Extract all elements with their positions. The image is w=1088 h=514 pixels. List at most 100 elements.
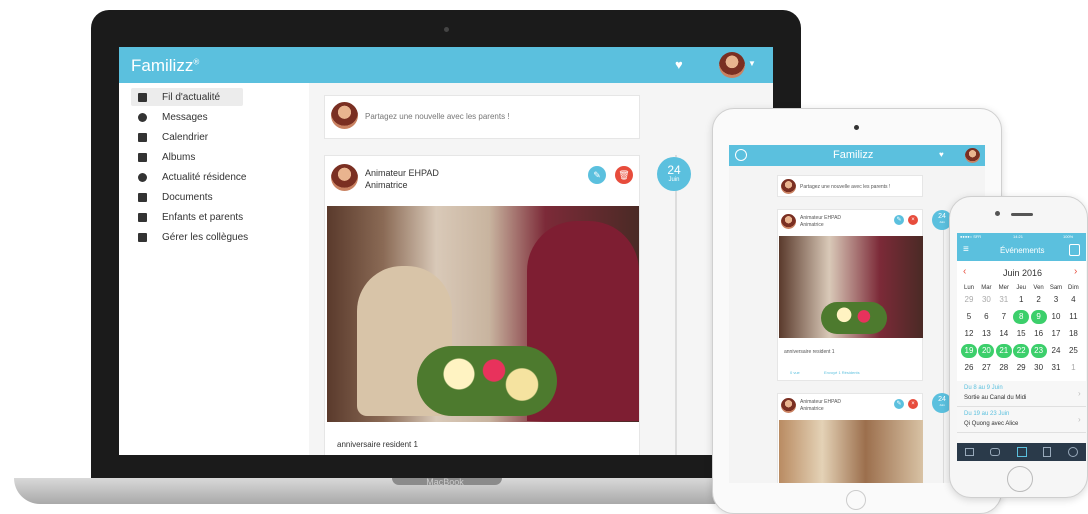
sidebar-item-albums[interactable]: Albums	[134, 149, 244, 167]
calendar-day[interactable]: 4	[1065, 293, 1081, 307]
tablet-post-photo[interactable]	[779, 236, 923, 338]
tablet-top-bar: Familizz ♥	[729, 145, 985, 166]
tablet-menu-icon[interactable]	[735, 149, 747, 161]
top-bar: Familizz® ♥ ▼	[119, 47, 773, 83]
phone-speaker	[1011, 213, 1033, 216]
post-card: Animateur EHPAD Animatrice ✎ 🗑 anniversa…	[324, 155, 640, 455]
tablet-avatar[interactable]	[965, 148, 980, 163]
sidebar-item-calendar[interactable]: Calendrier	[134, 129, 244, 147]
calendar-day[interactable]: 28	[996, 361, 1012, 375]
calendar-day[interactable]: 10	[1048, 310, 1064, 324]
phone-home-button[interactable]	[1007, 466, 1033, 492]
tablet-share-box[interactable]: Partagez une nouvelle avec les parents !	[777, 175, 923, 197]
tablet-delete-button-2[interactable]: ×	[908, 399, 918, 409]
user-avatar[interactable]	[719, 52, 745, 78]
tablet-brand[interactable]: Familizz	[833, 149, 873, 161]
chevron-down-icon[interactable]: ▼	[748, 59, 756, 68]
heart-icon[interactable]: ♥	[675, 57, 683, 72]
calendar-day[interactable]: 31	[1048, 361, 1064, 375]
calendar-day[interactable]: 20	[978, 344, 995, 358]
calendar-day[interactable]: 2	[1031, 293, 1047, 307]
tablet-heart-icon[interactable]: ♥	[939, 150, 944, 159]
post-author: Animateur EHPAD	[365, 168, 439, 178]
tablet-camera	[854, 125, 859, 130]
sidebar-item-messages[interactable]: Messages	[134, 109, 244, 127]
event-range-2: Du 19 au 23 Juin	[964, 411, 1010, 417]
next-month-button[interactable]: ›	[1074, 266, 1077, 277]
timeline-line	[675, 155, 677, 455]
calendar-day[interactable]: 1	[1013, 293, 1029, 307]
tablet-delete-button[interactable]: ×	[908, 215, 918, 225]
tab-users-icon[interactable]	[1068, 447, 1078, 457]
calendar-day[interactable]: 30	[1031, 361, 1047, 375]
calendar-day[interactable]: 21	[995, 344, 1012, 358]
tablet-post2-avatar	[781, 398, 796, 413]
calendar-day[interactable]: 17	[1048, 327, 1064, 341]
calendar-day[interactable]: 3	[1048, 293, 1064, 307]
photo-flowers	[417, 346, 557, 416]
sidebar-item-colleagues[interactable]: Gérer les collègues	[134, 229, 248, 247]
event-item-2[interactable]: Du 19 au 23 Juin Qi Quong avec Alice ›	[957, 409, 1086, 433]
calendar-day[interactable]: 25	[1065, 344, 1081, 358]
tab-messages-icon[interactable]	[990, 448, 1000, 456]
calendar-day[interactable]: 14	[996, 327, 1012, 341]
tablet-home-button[interactable]	[846, 490, 866, 510]
calendar-day[interactable]: 6	[978, 310, 994, 324]
tablet-share-placeholder[interactable]: Partagez une nouvelle avec les parents !	[800, 184, 890, 190]
newspaper-icon	[138, 93, 147, 102]
event-item-1[interactable]: Du 8 au 9 Juin Sortie au Canal du Midi ›	[957, 383, 1086, 407]
calendar-day[interactable]: 29	[961, 293, 977, 307]
calendar-day[interactable]: 1	[1065, 361, 1081, 375]
delete-button[interactable]: 🗑	[615, 166, 633, 184]
calendar-day[interactable]: 16	[1031, 327, 1047, 341]
brand-logo[interactable]: Familizz®	[131, 56, 199, 76]
phone-header-title: Événements	[1000, 246, 1045, 255]
phone-status-bar: ●●●●○ SFR 14:21 100%	[957, 233, 1086, 241]
hamburger-menu-icon[interactable]: ≡	[963, 244, 969, 255]
tablet-edit-button[interactable]: ✎	[894, 215, 904, 225]
calendar-day[interactable]: 22	[1013, 344, 1030, 358]
sidebar-item-residence-news[interactable]: Actualité résidence	[134, 169, 247, 187]
post-author-avatar	[331, 164, 358, 191]
calendar-day[interactable]: 15	[1013, 327, 1029, 341]
add-event-icon[interactable]	[1069, 244, 1080, 256]
sidebar-item-newsfeed[interactable]: Fil d'actualité	[134, 89, 244, 107]
event-title-1: Sortie au Canal du Midi	[964, 395, 1027, 401]
calendar-day[interactable]: 7	[996, 310, 1012, 324]
calendar-day[interactable]: 29	[1013, 361, 1029, 375]
tab-feed-icon[interactable]	[965, 448, 974, 456]
post-photo[interactable]	[327, 206, 639, 422]
post-role: Animatrice	[365, 180, 408, 190]
calendar-day[interactable]: 9	[1030, 310, 1047, 324]
tab-calendar-icon[interactable]	[1017, 447, 1027, 457]
share-box[interactable]: Partagez une nouvelle avec les parents !	[324, 95, 640, 139]
tablet-post-role: Animatrice	[800, 222, 824, 228]
phone-screen: ●●●●○ SFR 14:21 100% ≡ Événements ‹ Juin…	[957, 233, 1086, 461]
calendar-day[interactable]: 5	[961, 310, 977, 324]
calendar-day[interactable]: 24	[1048, 344, 1064, 358]
calendar-day[interactable]: 26	[961, 361, 977, 375]
sidebar-item-families[interactable]: Enfants et parents	[134, 209, 244, 227]
tablet-post-views: 0 vue	[790, 370, 800, 375]
calendar-day[interactable]: 8	[1013, 310, 1030, 324]
phone-status-battery: 100%	[1063, 234, 1074, 239]
calendar-day[interactable]: 30	[978, 293, 994, 307]
calendar-day[interactable]: 23	[1030, 344, 1047, 358]
share-placeholder[interactable]: Partagez une nouvelle avec les parents !	[365, 112, 510, 121]
calendar-day[interactable]: 27	[978, 361, 994, 375]
tab-documents-icon[interactable]	[1043, 447, 1051, 457]
phone-status-time: 14:21	[1013, 234, 1024, 239]
calendar-day[interactable]: 31	[996, 293, 1012, 307]
sidebar-item-documents[interactable]: Documents	[134, 189, 244, 207]
tablet-post2-photo[interactable]	[779, 420, 923, 483]
calendar-day[interactable]: 13	[978, 327, 994, 341]
calendar-day[interactable]: 11	[1065, 310, 1081, 324]
calendar-day[interactable]: 19	[961, 344, 977, 358]
calendar-day[interactable]: 12	[961, 327, 977, 341]
calendar-day[interactable]: 18	[1065, 327, 1081, 341]
chat-icon	[138, 113, 147, 122]
tablet-edit-button-2[interactable]: ✎	[894, 399, 904, 409]
phone-camera	[995, 211, 1000, 216]
edit-button[interactable]: ✎	[588, 166, 606, 184]
prev-month-button[interactable]: ‹	[963, 266, 966, 277]
